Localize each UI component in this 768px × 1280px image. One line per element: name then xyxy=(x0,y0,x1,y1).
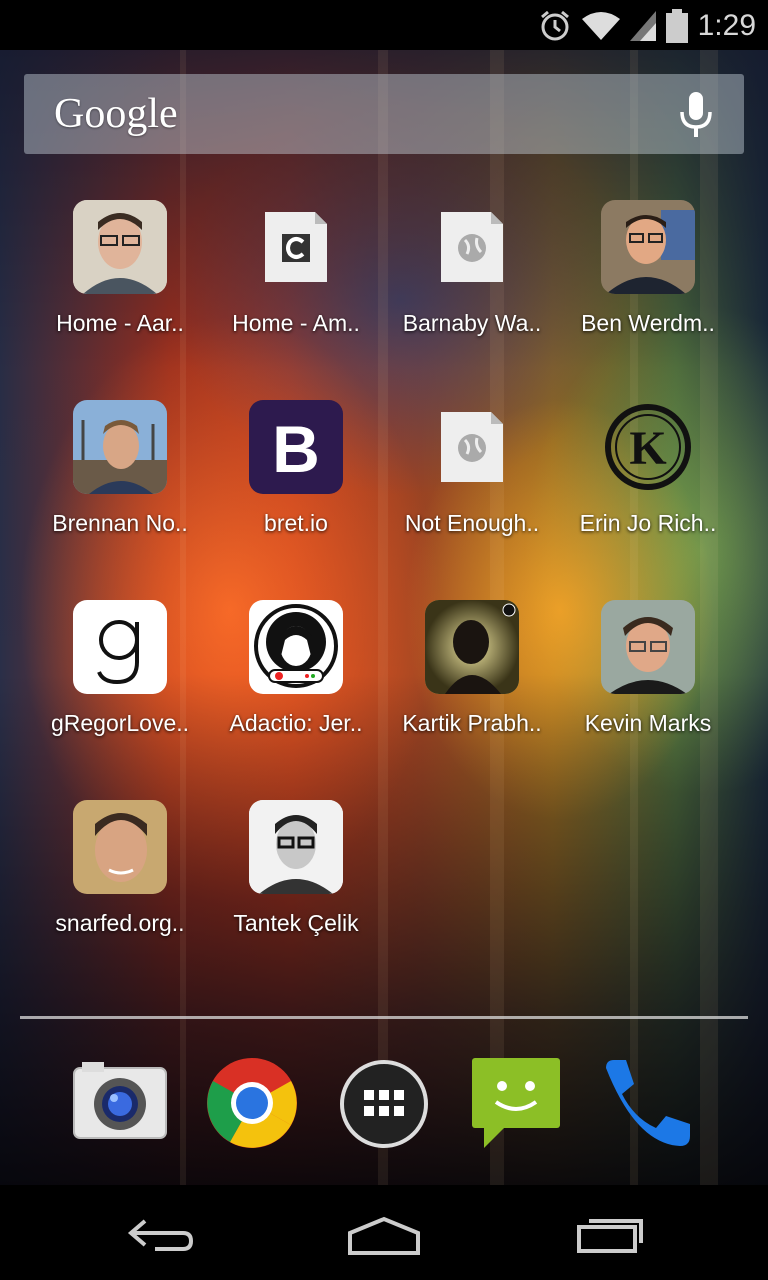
alarm-icon xyxy=(540,10,569,41)
clock: 1:29 xyxy=(697,9,756,42)
recents-button[interactable] xyxy=(560,1205,660,1265)
battery-icon xyxy=(665,9,688,43)
google-logo: Google xyxy=(54,91,178,137)
app-label: Erin Jo Rich.. xyxy=(579,510,717,536)
camera-icon[interactable] xyxy=(70,1058,170,1158)
app-shortcut[interactable]: Home - Am.. xyxy=(208,200,384,360)
avatar xyxy=(425,600,519,694)
dock-divider xyxy=(20,1016,748,1019)
app-shortcut[interactable]: Not Enough.. xyxy=(384,400,560,560)
app-shortcut[interactable]: Ben Werdm.. xyxy=(560,200,736,360)
app-label: Kevin Marks xyxy=(584,710,712,736)
recents-icon xyxy=(577,1219,643,1253)
avatar xyxy=(249,800,343,894)
app-label: snarfed.org.. xyxy=(55,910,185,936)
svg-text:B: B xyxy=(272,412,320,486)
status-bar: 1:29 xyxy=(0,0,768,50)
avatar xyxy=(73,800,167,894)
astronaut-icon xyxy=(249,600,343,694)
avatar xyxy=(73,200,167,294)
app-label: Brennan No.. xyxy=(52,510,188,536)
app-shortcut[interactable]: B bret.io xyxy=(208,400,384,560)
app-shortcut[interactable]: Home - Aar.. xyxy=(32,200,208,360)
document-c-icon xyxy=(249,200,343,294)
document-globe-icon xyxy=(425,400,519,494)
app-label: bret.io xyxy=(264,510,328,536)
avatar xyxy=(73,400,167,494)
app-label: Kartik Prabh.. xyxy=(402,710,542,736)
app-shortcut[interactable]: Barnaby Wa.. xyxy=(384,200,560,360)
app-grid: Home - Aar.. Home - Am.. Barnaby Wa.. Be… xyxy=(0,200,768,960)
dock xyxy=(0,1050,768,1160)
cell-signal-icon xyxy=(629,11,656,41)
document-globe-icon xyxy=(425,200,519,294)
app-shortcut[interactable]: Kevin Marks xyxy=(560,600,736,760)
app-shortcut[interactable]: Kartik Prabh.. xyxy=(384,600,560,760)
app-shortcut[interactable]: snarfed.org.. xyxy=(32,800,208,960)
google-search-bar[interactable]: Google xyxy=(24,74,744,154)
app-label: Tantek Çelik xyxy=(233,910,359,936)
app-shortcut[interactable]: Adactio: Jer.. xyxy=(208,600,384,760)
app-shortcut[interactable]: gRegorLove.. xyxy=(32,600,208,760)
app-label: Adactio: Jer.. xyxy=(229,710,363,736)
messaging-icon[interactable] xyxy=(470,1056,570,1156)
svg-text:K: K xyxy=(629,422,666,475)
chrome-icon[interactable] xyxy=(204,1055,304,1155)
app-shortcut[interactable]: Tantek Çelik xyxy=(208,800,384,960)
phone-icon[interactable] xyxy=(600,1056,700,1156)
back-button[interactable] xyxy=(110,1205,210,1265)
g-letter-icon xyxy=(73,600,167,694)
app-drawer-icon[interactable] xyxy=(338,1058,438,1158)
app-label: Barnaby Wa.. xyxy=(402,310,542,336)
avatar xyxy=(601,200,695,294)
app-label: Home - Am.. xyxy=(232,310,360,336)
app-label: Not Enough.. xyxy=(404,510,540,536)
navigation-bar xyxy=(0,1185,768,1280)
app-shortcut[interactable]: Brennan No.. xyxy=(32,400,208,560)
avatar xyxy=(601,600,695,694)
app-label: Home - Aar.. xyxy=(56,310,184,336)
back-icon xyxy=(127,1219,194,1251)
app-shortcut[interactable]: K Erin Jo Rich.. xyxy=(560,400,736,560)
home-button[interactable] xyxy=(334,1205,434,1265)
wifi-icon xyxy=(581,12,620,40)
bootstrap-b-icon: B xyxy=(249,400,343,494)
app-label: Ben Werdm.. xyxy=(581,310,715,336)
app-label: gRegorLove.. xyxy=(50,710,190,736)
mic-icon[interactable] xyxy=(678,92,714,138)
home-icon xyxy=(348,1216,420,1255)
k-circle-logo: K xyxy=(601,400,695,494)
